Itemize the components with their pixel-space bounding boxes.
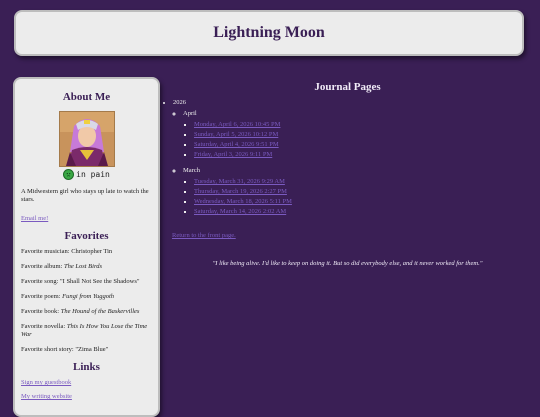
journal-entry-link[interactable]: Thursday, March 19, 2026 2:27 PM bbox=[194, 188, 287, 195]
entry-list: Monday, April 6, 2026 10:45 PM Sunday, A… bbox=[183, 120, 530, 160]
entry-item: Saturday, April 4, 2026 9:51 PM bbox=[194, 140, 530, 150]
month-list: April Monday, April 6, 2026 10:45 PM Sun… bbox=[173, 110, 530, 217]
page-title: Journal Pages bbox=[314, 81, 381, 93]
journal-entry-link[interactable]: Sunday, April 5, 2026 10:12 PM bbox=[194, 131, 278, 138]
links-item: My writing website bbox=[21, 393, 152, 400]
month-label: April bbox=[183, 110, 197, 117]
favorite-item: Favorite short story: "Zima Blue" bbox=[21, 346, 109, 353]
favorite-item: Favorite book: The Hound of the Baskervi… bbox=[21, 308, 140, 315]
entry-item: Sunday, April 5, 2026 10:12 PM bbox=[194, 130, 530, 140]
entry-item: Monday, April 6, 2026 10:45 PM bbox=[194, 120, 530, 130]
favorite-item: Favorite musician: Christopher Tin bbox=[21, 248, 113, 255]
status-text: in pain bbox=[76, 170, 110, 179]
site-title: Lightning Moon bbox=[213, 24, 325, 41]
month-item: March Tuesday, March 31, 2026 9:29 AM Th… bbox=[183, 167, 530, 217]
year-label: 2026 bbox=[173, 99, 186, 106]
avatar-image bbox=[59, 112, 114, 166]
guestbook-link[interactable]: Sign my guestbook bbox=[21, 379, 71, 386]
front-page-link[interactable]: Return to the front page. bbox=[172, 232, 236, 239]
journal-entry-link[interactable]: Saturday, March 14, 2026 2:02 AM bbox=[194, 208, 286, 215]
year-list: 2026 April Monday, April 6, 2026 10:45 P… bbox=[165, 99, 530, 217]
entry-item: Tuesday, March 31, 2026 9:29 AM bbox=[194, 177, 530, 187]
links-list: Sign my guestbook My writing website bbox=[21, 379, 152, 400]
favorite-item: Favorite novella: This Is How You Lose t… bbox=[21, 323, 148, 338]
quote-text: "I like being alive. I'd like to keep on… bbox=[212, 260, 483, 267]
about-heading: About Me bbox=[62, 91, 111, 103]
month-item: April Monday, April 6, 2026 10:45 PM Sun… bbox=[183, 110, 530, 160]
writing-website-link[interactable]: My writing website bbox=[21, 393, 72, 400]
sidebar: About Me in pain A Midwestern girl who s… bbox=[13, 77, 160, 417]
avatar bbox=[58, 111, 115, 167]
favorite-item: Favorite album: The Lost Birds bbox=[21, 263, 103, 270]
favorite-item: Favorite song: "I Shall Not See the Shad… bbox=[21, 278, 140, 285]
month-label: March bbox=[183, 167, 200, 174]
links-heading: Links bbox=[73, 361, 100, 373]
links-item: Sign my guestbook bbox=[21, 379, 152, 386]
journal-entry-link[interactable]: Saturday, April 4, 2026 9:51 PM bbox=[194, 141, 279, 148]
year-item: 2026 April Monday, April 6, 2026 10:45 P… bbox=[173, 99, 530, 217]
main-content: Journal Pages 2026 April Monday, April 6… bbox=[165, 77, 530, 267]
journal-entry-link[interactable]: Wednesday, March 18, 2026 5:11 PM bbox=[194, 198, 292, 205]
favorites-list: Favorite musician: Christopher Tin Favor… bbox=[21, 248, 152, 354]
favorite-item: Favorite poem: Fungi from Yuggoth bbox=[21, 293, 115, 300]
entry-item: Saturday, March 14, 2026 2:02 AM bbox=[194, 207, 530, 217]
entry-item: Wednesday, March 18, 2026 5:11 PM bbox=[194, 197, 530, 207]
entry-item: Friday, April 3, 2026 9:11 PM bbox=[194, 150, 530, 160]
bio-text: A Midwestern girl who stays up late to w… bbox=[21, 188, 149, 203]
site-header: Lightning Moon bbox=[14, 10, 524, 56]
entry-list: Tuesday, March 31, 2026 9:29 AM Thursday… bbox=[183, 177, 530, 217]
email-link[interactable]: Email me! bbox=[21, 215, 48, 222]
journal-entry-link[interactable]: Tuesday, March 31, 2026 9:29 AM bbox=[194, 178, 285, 185]
status-line: in pain bbox=[21, 169, 152, 180]
favorites-heading: Favorites bbox=[64, 230, 109, 242]
status-mood-icon bbox=[63, 169, 75, 180]
entry-item: Thursday, March 19, 2026 2:27 PM bbox=[194, 187, 530, 197]
journal-entry-link[interactable]: Friday, April 3, 2026 9:11 PM bbox=[194, 151, 272, 158]
journal-entry-link[interactable]: Monday, April 6, 2026 10:45 PM bbox=[194, 121, 280, 128]
